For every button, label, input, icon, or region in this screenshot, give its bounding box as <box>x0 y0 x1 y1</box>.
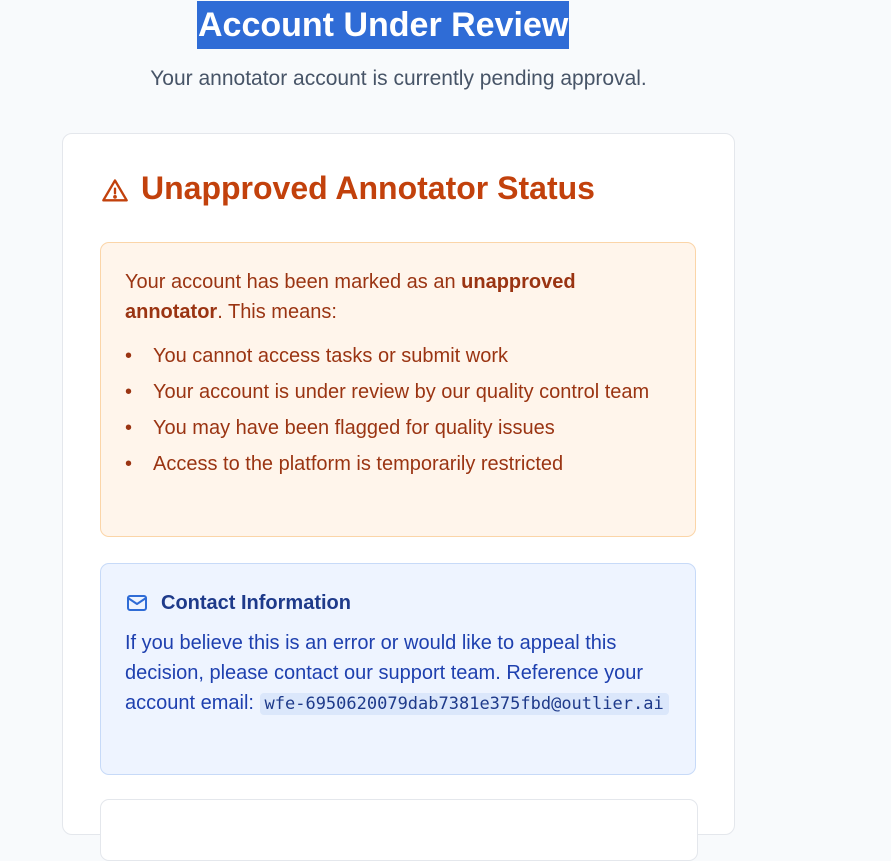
contact-info-box: Contact Information If you believe this … <box>100 563 696 775</box>
restriction-list: • You cannot access tasks or submit work … <box>125 341 671 479</box>
warning-triangle-icon <box>101 174 129 202</box>
status-card-title: Unapproved Annotator Status <box>101 168 595 208</box>
warning-intro: Your account has been marked as an unapp… <box>125 271 576 323</box>
list-item: • Access to the platform is temporarily r… <box>125 453 564 475</box>
contact-heading-text: Contact Information <box>161 592 351 614</box>
contact-heading: Contact Information <box>125 588 671 618</box>
page-title: Account Under Review <box>197 1 570 49</box>
next-section-box <box>100 799 698 861</box>
page-subtitle: Your annotator account is currently pend… <box>150 67 647 90</box>
list-item: • You cannot access tasks or submit work <box>125 345 508 367</box>
list-item: • Your account is under review by our qua… <box>125 381 650 403</box>
mail-icon <box>125 591 149 615</box>
status-card-title-text: Unapproved Annotator Status <box>141 170 595 206</box>
list-item: • You may have been flagged for quality i… <box>125 417 555 439</box>
status-card: Unapproved Annotator Status Your account… <box>62 133 735 861</box>
account-email: wfe-6950620079dab7381e375fbd@outlier.ai <box>259 693 669 715</box>
warning-box: Your account has been marked as an unapp… <box>100 242 696 537</box>
contact-text: If you believe this is an error or would… <box>125 628 671 719</box>
